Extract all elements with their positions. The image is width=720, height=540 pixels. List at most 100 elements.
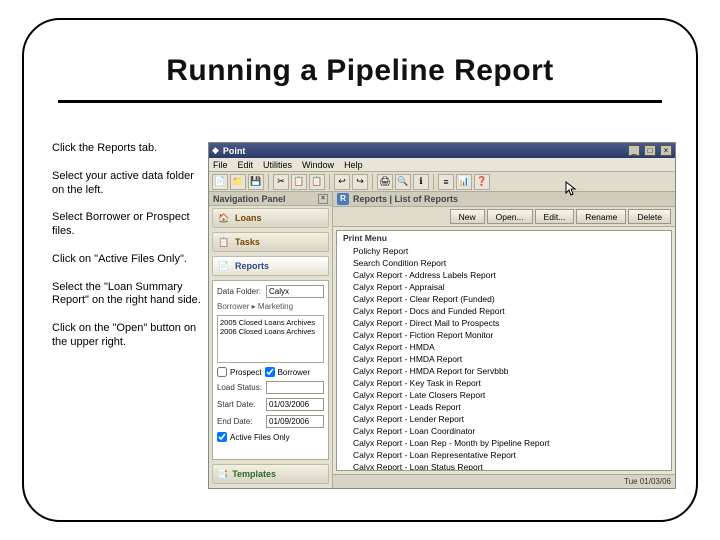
toolbar-button[interactable]: 📄: [212, 174, 228, 190]
nav-tab-reports[interactable]: 📄 Reports: [212, 256, 329, 276]
toolbar-button[interactable]: 🔍: [395, 174, 411, 190]
report-item[interactable]: Calyx Report - Clear Report (Funded): [337, 293, 671, 305]
data-folder-label: Data Folder:: [217, 287, 263, 296]
status-date: Tue 01/03/06: [624, 477, 671, 486]
toolbar-separator: [433, 174, 434, 190]
nav-tab-label: Tasks: [235, 237, 260, 247]
nav-tab-loans[interactable]: 🏠 Loans: [212, 208, 329, 228]
prospect-checkbox[interactable]: [217, 367, 227, 377]
toolbar-button[interactable]: 📋: [291, 174, 307, 190]
toolbar-button[interactable]: ℹ: [413, 174, 429, 190]
instruction-step: Click on "Active Files Only".: [52, 253, 202, 267]
report-item[interactable]: Calyx Report - Loan Rep - Month by Pipel…: [337, 437, 671, 449]
report-item[interactable]: Calyx Report - Fiction Report Monitor: [337, 329, 671, 341]
report-item[interactable]: Calyx Report - Address Labels Report: [337, 269, 671, 281]
report-item[interactable]: Calyx Report - Loan Coordinator: [337, 425, 671, 437]
start-date-label: Start Date:: [217, 400, 263, 409]
report-item[interactable]: Calyx Report - Loan Status Report: [337, 461, 671, 471]
report-list[interactable]: Print MenuPolichy ReportSearch Condition…: [336, 230, 672, 471]
document-icon: 📄: [217, 259, 231, 273]
load-status-label: Load Status:: [217, 383, 263, 392]
report-item[interactable]: Calyx Report - Key Task in Report: [337, 377, 671, 389]
report-item[interactable]: Calyx Report - HMDA: [337, 341, 671, 353]
edit-button[interactable]: Edit...: [535, 209, 575, 224]
instruction-step: Select the "Loan Summary Report" on the …: [52, 281, 202, 309]
maximize-button[interactable]: □: [644, 145, 656, 156]
report-item[interactable]: Calyx Report - Direct Mail to Prospects: [337, 317, 671, 329]
toolbar-button[interactable]: ❓: [474, 174, 490, 190]
borrower-label: Borrower: [278, 368, 310, 377]
report-item[interactable]: Search Condition Report: [337, 257, 671, 269]
report-item[interactable]: Calyx Report - HMDA Report for Servbbb: [337, 365, 671, 377]
main-pane: R Reports | List of Reports New Open... …: [333, 192, 675, 488]
nav-close-icon[interactable]: ×: [318, 194, 328, 204]
instruction-step: Click on the "Open" button on the upper …: [52, 322, 202, 350]
nav-header: Navigation Panel ×: [209, 192, 332, 206]
prospect-label: Prospect: [230, 368, 262, 377]
toolbar-separator: [372, 174, 373, 190]
instruction-step: Select your active data folder on the le…: [52, 170, 202, 198]
report-item[interactable]: Calyx Report - HMDA Report: [337, 353, 671, 365]
titlebar: ◆ Point _ □ ×: [209, 143, 675, 158]
new-button[interactable]: New: [450, 209, 485, 224]
toolbar-button[interactable]: ↪: [352, 174, 368, 190]
nav-tab-label: Templates: [232, 469, 276, 479]
close-button[interactable]: ×: [660, 145, 672, 156]
toolbar-button[interactable]: 💾: [248, 174, 264, 190]
folder-item[interactable]: 2005 Closed Loans Archives: [220, 318, 321, 327]
report-item[interactable]: Calyx Report - Late Closers Report: [337, 389, 671, 401]
button-row: New Open... Edit... Rename Delete: [333, 207, 675, 227]
file-type-row: Prospect Borrower: [217, 367, 324, 377]
report-item[interactable]: Calyx Report - Loan Representative Repor…: [337, 449, 671, 461]
toolbar-separator: [268, 174, 269, 190]
house-icon: 🏠: [217, 211, 231, 225]
toolbar-button[interactable]: 🖨: [377, 174, 393, 190]
menu-help[interactable]: Help: [344, 160, 363, 170]
minimize-button[interactable]: _: [628, 145, 640, 156]
menu-utilities[interactable]: Utilities: [263, 160, 292, 170]
folders-header: Borrower ▸ Marketing: [217, 302, 324, 311]
load-status-select[interactable]: [266, 381, 324, 394]
toolbar: 📄📁💾✂📋📋↩↪🖨🔍ℹ≡📊❓: [209, 172, 675, 192]
toolbar-button[interactable]: 📊: [456, 174, 472, 190]
delete-button[interactable]: Delete: [628, 209, 671, 224]
workspace: Navigation Panel × 🏠 Loans 📋 Tasks 📄 Rep…: [209, 192, 675, 488]
open-button[interactable]: Open...: [487, 209, 533, 224]
instruction-step: Select Borrower or Prospect files.: [52, 211, 202, 239]
app-icon: ◆: [212, 145, 219, 156]
slide-title: Running a Pipeline Report: [0, 54, 720, 88]
end-date-label: End Date:: [217, 417, 263, 426]
menu-file[interactable]: File: [213, 160, 228, 170]
toolbar-button[interactable]: 📋: [309, 174, 325, 190]
main-header-label: Reports | List of Reports: [353, 194, 458, 204]
report-item[interactable]: Calyx Report - Lender Report: [337, 413, 671, 425]
nav-header-label: Navigation Panel: [213, 194, 286, 204]
navigation-panel: Navigation Panel × 🏠 Loans 📋 Tasks 📄 Rep…: [209, 192, 333, 488]
title-rule: [58, 100, 662, 103]
end-date-input[interactable]: 01/09/2006: [266, 415, 324, 428]
toolbar-button[interactable]: 📁: [230, 174, 246, 190]
nav-tab-templates[interactable]: 📑 Templates: [212, 464, 329, 484]
menu-window[interactable]: Window: [302, 160, 334, 170]
report-item[interactable]: Calyx Report - Docs and Funded Report: [337, 305, 671, 317]
toolbar-button[interactable]: ≡: [438, 174, 454, 190]
menu-edit[interactable]: Edit: [238, 160, 254, 170]
instruction-list: Click the Reports tab. Select your activ…: [52, 142, 202, 364]
active-files-only-checkbox[interactable]: [217, 432, 227, 442]
data-folder-select[interactable]: Calyx: [266, 285, 324, 298]
toolbar-button[interactable]: ✂: [273, 174, 289, 190]
start-date-input[interactable]: 01/03/2006: [266, 398, 324, 411]
toolbar-button[interactable]: ↩: [334, 174, 350, 190]
templates-icon: 📑: [217, 469, 228, 480]
folder-list[interactable]: 2005 Closed Loans Archives 2006 Closed L…: [217, 315, 324, 363]
report-item[interactable]: Polichy Report: [337, 245, 671, 257]
folder-item[interactable]: 2006 Closed Loans Archives: [220, 327, 321, 336]
report-item[interactable]: Calyx Report - Leads Report: [337, 401, 671, 413]
report-item[interactable]: Calyx Report - Appraisal: [337, 281, 671, 293]
toolbar-separator: [329, 174, 330, 190]
rename-button[interactable]: Rename: [576, 209, 626, 224]
status-bar: Tue 01/03/06: [333, 474, 675, 488]
borrower-checkbox[interactable]: [265, 367, 275, 377]
nav-tab-tasks[interactable]: 📋 Tasks: [212, 232, 329, 252]
instruction-step: Click the Reports tab.: [52, 142, 202, 156]
